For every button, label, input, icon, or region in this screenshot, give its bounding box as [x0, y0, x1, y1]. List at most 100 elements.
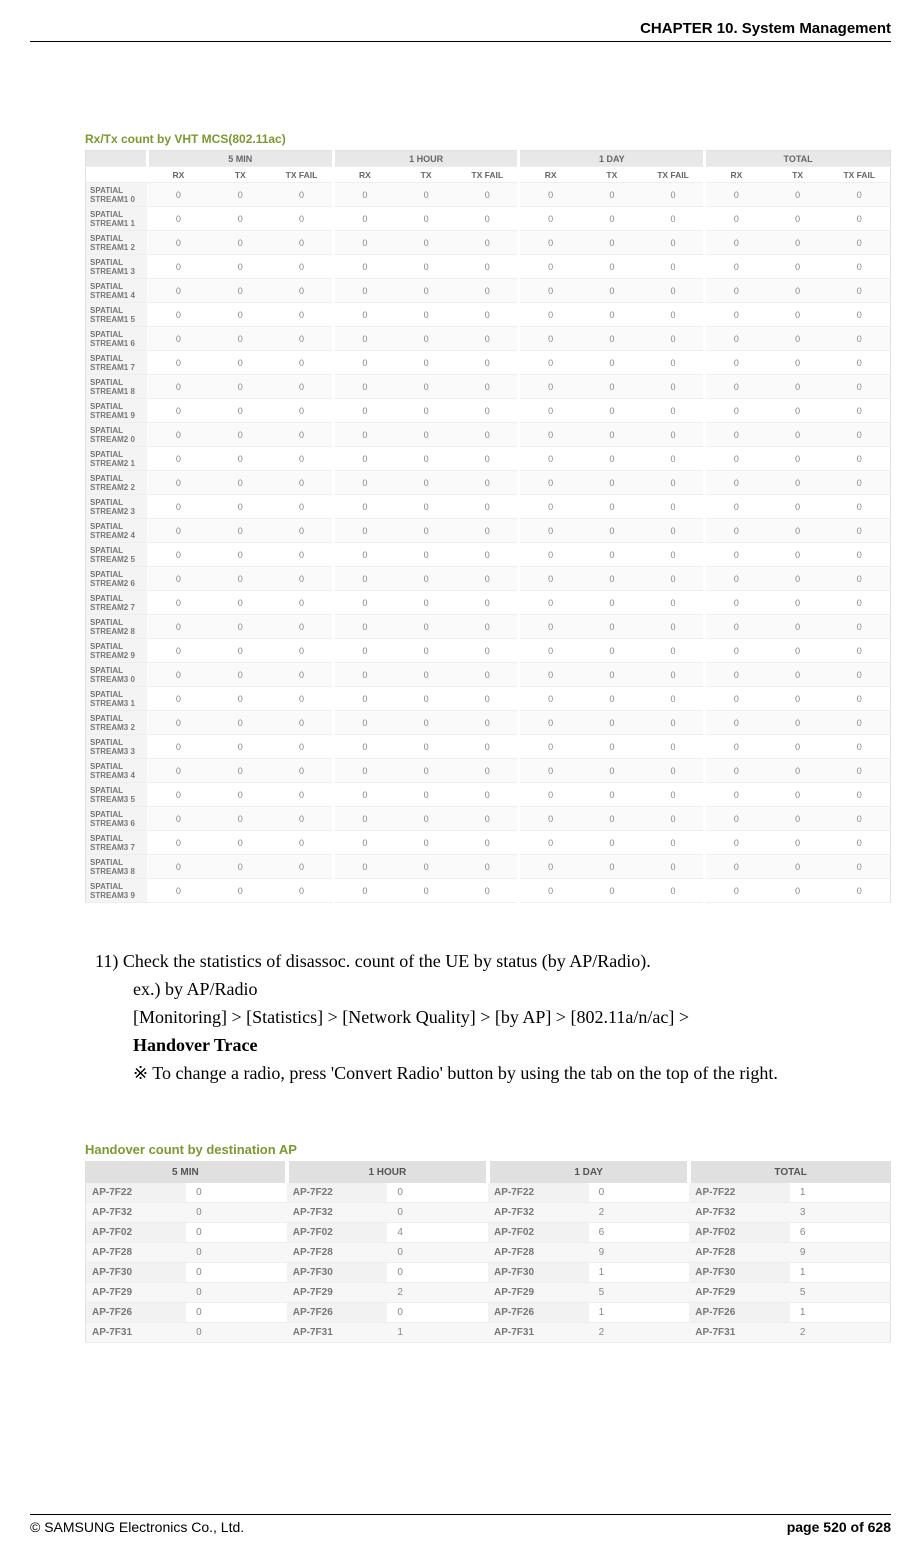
nav-path-line: [Monitoring] > [Statistics] > [Network Q… — [133, 1004, 871, 1032]
cell-value: 0 — [333, 375, 395, 399]
subcol: TX FAIL — [829, 167, 891, 183]
vht-mcs-table: 5 MIN 1 HOUR 1 DAY TOTAL RX TX TX FAIL R… — [85, 150, 891, 903]
cell-value: 0 — [457, 831, 519, 855]
cell-value: 0 — [457, 615, 519, 639]
cell-value: 0 — [581, 759, 643, 783]
table-row: SPATIAL STREAM3 0000000000000 — [86, 663, 891, 687]
cell-value: 0 — [519, 591, 581, 615]
cell-value: 0 — [395, 663, 457, 687]
cell-value: 0 — [395, 303, 457, 327]
cell-value: 6 — [790, 1223, 891, 1243]
col-group: TOTAL — [705, 151, 891, 167]
cell-value: 9 — [589, 1243, 690, 1263]
cell-value: 0 — [705, 711, 767, 735]
cell-value: 0 — [519, 303, 581, 327]
handover-table: 5 MIN 1 HOUR 1 DAY TOTAL AP-7F220AP-7F22… — [85, 1161, 891, 1343]
cell-value: 0 — [643, 543, 705, 567]
cell-value: 0 — [395, 567, 457, 591]
ap-label: AP-7F02 — [86, 1223, 187, 1243]
row-label: SPATIAL STREAM3 9 — [86, 879, 148, 903]
cell-value: 0 — [705, 831, 767, 855]
cell-value: 0 — [271, 807, 333, 831]
cell-value: 0 — [147, 399, 209, 423]
cell-value: 0 — [271, 183, 333, 207]
subcol: TX — [395, 167, 457, 183]
cell-value: 0 — [271, 663, 333, 687]
table-row: AP-7F280AP-7F280AP-7F289AP-7F289 — [86, 1243, 891, 1263]
row-label: SPATIAL STREAM2 1 — [86, 447, 148, 471]
cell-value: 0 — [333, 183, 395, 207]
cell-value: 0 — [705, 735, 767, 759]
page-number: page 520 of 628 — [787, 1519, 891, 1535]
cell-value: 0 — [271, 423, 333, 447]
cell-value: 0 — [643, 711, 705, 735]
cell-value: 0 — [581, 351, 643, 375]
cell-value: 0 — [333, 615, 395, 639]
cell-value: 0 — [209, 495, 271, 519]
cell-value: 0 — [457, 207, 519, 231]
cell-value: 0 — [333, 735, 395, 759]
cell-value: 0 — [643, 255, 705, 279]
cell-value: 0 — [829, 351, 891, 375]
cell-value: 0 — [395, 783, 457, 807]
cell-value: 0 — [581, 447, 643, 471]
cell-value: 0 — [705, 495, 767, 519]
table1-sub-header: RX TX TX FAIL RX TX TX FAIL RX TX TX FAI… — [86, 167, 891, 183]
cell-value: 0 — [209, 711, 271, 735]
table-row: SPATIAL STREAM2 9000000000000 — [86, 639, 891, 663]
cell-value: 0 — [395, 279, 457, 303]
ap-label: AP-7F32 — [689, 1203, 790, 1223]
table-row: SPATIAL STREAM2 2000000000000 — [86, 471, 891, 495]
row-label: SPATIAL STREAM1 1 — [86, 207, 148, 231]
cell-value: 0 — [767, 255, 829, 279]
cell-value: 0 — [705, 519, 767, 543]
cell-value: 0 — [147, 807, 209, 831]
table-row: AP-7F020AP-7F024AP-7F026AP-7F026 — [86, 1223, 891, 1243]
table-row: SPATIAL STREAM2 0000000000000 — [86, 423, 891, 447]
cell-value: 0 — [767, 327, 829, 351]
cell-value: 0 — [767, 447, 829, 471]
table-row: SPATIAL STREAM1 1000000000000 — [86, 207, 891, 231]
cell-value: 0 — [643, 231, 705, 255]
cell-value: 0 — [643, 783, 705, 807]
cell-value: 0 — [457, 783, 519, 807]
table-row: SPATIAL STREAM3 6000000000000 — [86, 807, 891, 831]
cell-value: 0 — [829, 423, 891, 447]
table-row: SPATIAL STREAM2 5000000000000 — [86, 543, 891, 567]
cell-value: 0 — [519, 399, 581, 423]
cell-value: 0 — [457, 423, 519, 447]
cell-value: 0 — [271, 399, 333, 423]
cell-value: 5 — [790, 1283, 891, 1303]
row-label: SPATIAL STREAM3 4 — [86, 759, 148, 783]
ap-label: AP-7F02 — [287, 1223, 388, 1243]
table1-group-header: 5 MIN 1 HOUR 1 DAY TOTAL — [86, 151, 891, 167]
col-group: 1 DAY — [519, 151, 705, 167]
table-row: SPATIAL STREAM3 4000000000000 — [86, 759, 891, 783]
cell-value: 0 — [581, 783, 643, 807]
ap-label: AP-7F26 — [488, 1303, 589, 1323]
cell-value: 0 — [705, 807, 767, 831]
cell-value: 0 — [705, 183, 767, 207]
cell-value: 0 — [519, 831, 581, 855]
row-label: SPATIAL STREAM2 2 — [86, 471, 148, 495]
cell-value: 0 — [767, 615, 829, 639]
cell-value: 9 — [790, 1243, 891, 1263]
ap-label: AP-7F02 — [488, 1223, 589, 1243]
cell-value: 0 — [581, 423, 643, 447]
col-group: 1 DAY — [488, 1162, 689, 1184]
cell-value: 0 — [519, 447, 581, 471]
cell-value: 0 — [767, 711, 829, 735]
cell-value: 0 — [705, 687, 767, 711]
cell-value: 0 — [643, 447, 705, 471]
cell-value: 0 — [387, 1303, 488, 1323]
ap-label: AP-7F31 — [287, 1323, 388, 1343]
cell-value: 0 — [395, 351, 457, 375]
ap-label: AP-7F29 — [86, 1283, 187, 1303]
cell-value: 0 — [705, 783, 767, 807]
cell-value: 6 — [589, 1223, 690, 1243]
table-row: SPATIAL STREAM3 3000000000000 — [86, 735, 891, 759]
cell-value: 0 — [147, 759, 209, 783]
row-label: SPATIAL STREAM2 5 — [86, 543, 148, 567]
ap-label: AP-7F28 — [86, 1243, 187, 1263]
table-row: SPATIAL STREAM2 4000000000000 — [86, 519, 891, 543]
